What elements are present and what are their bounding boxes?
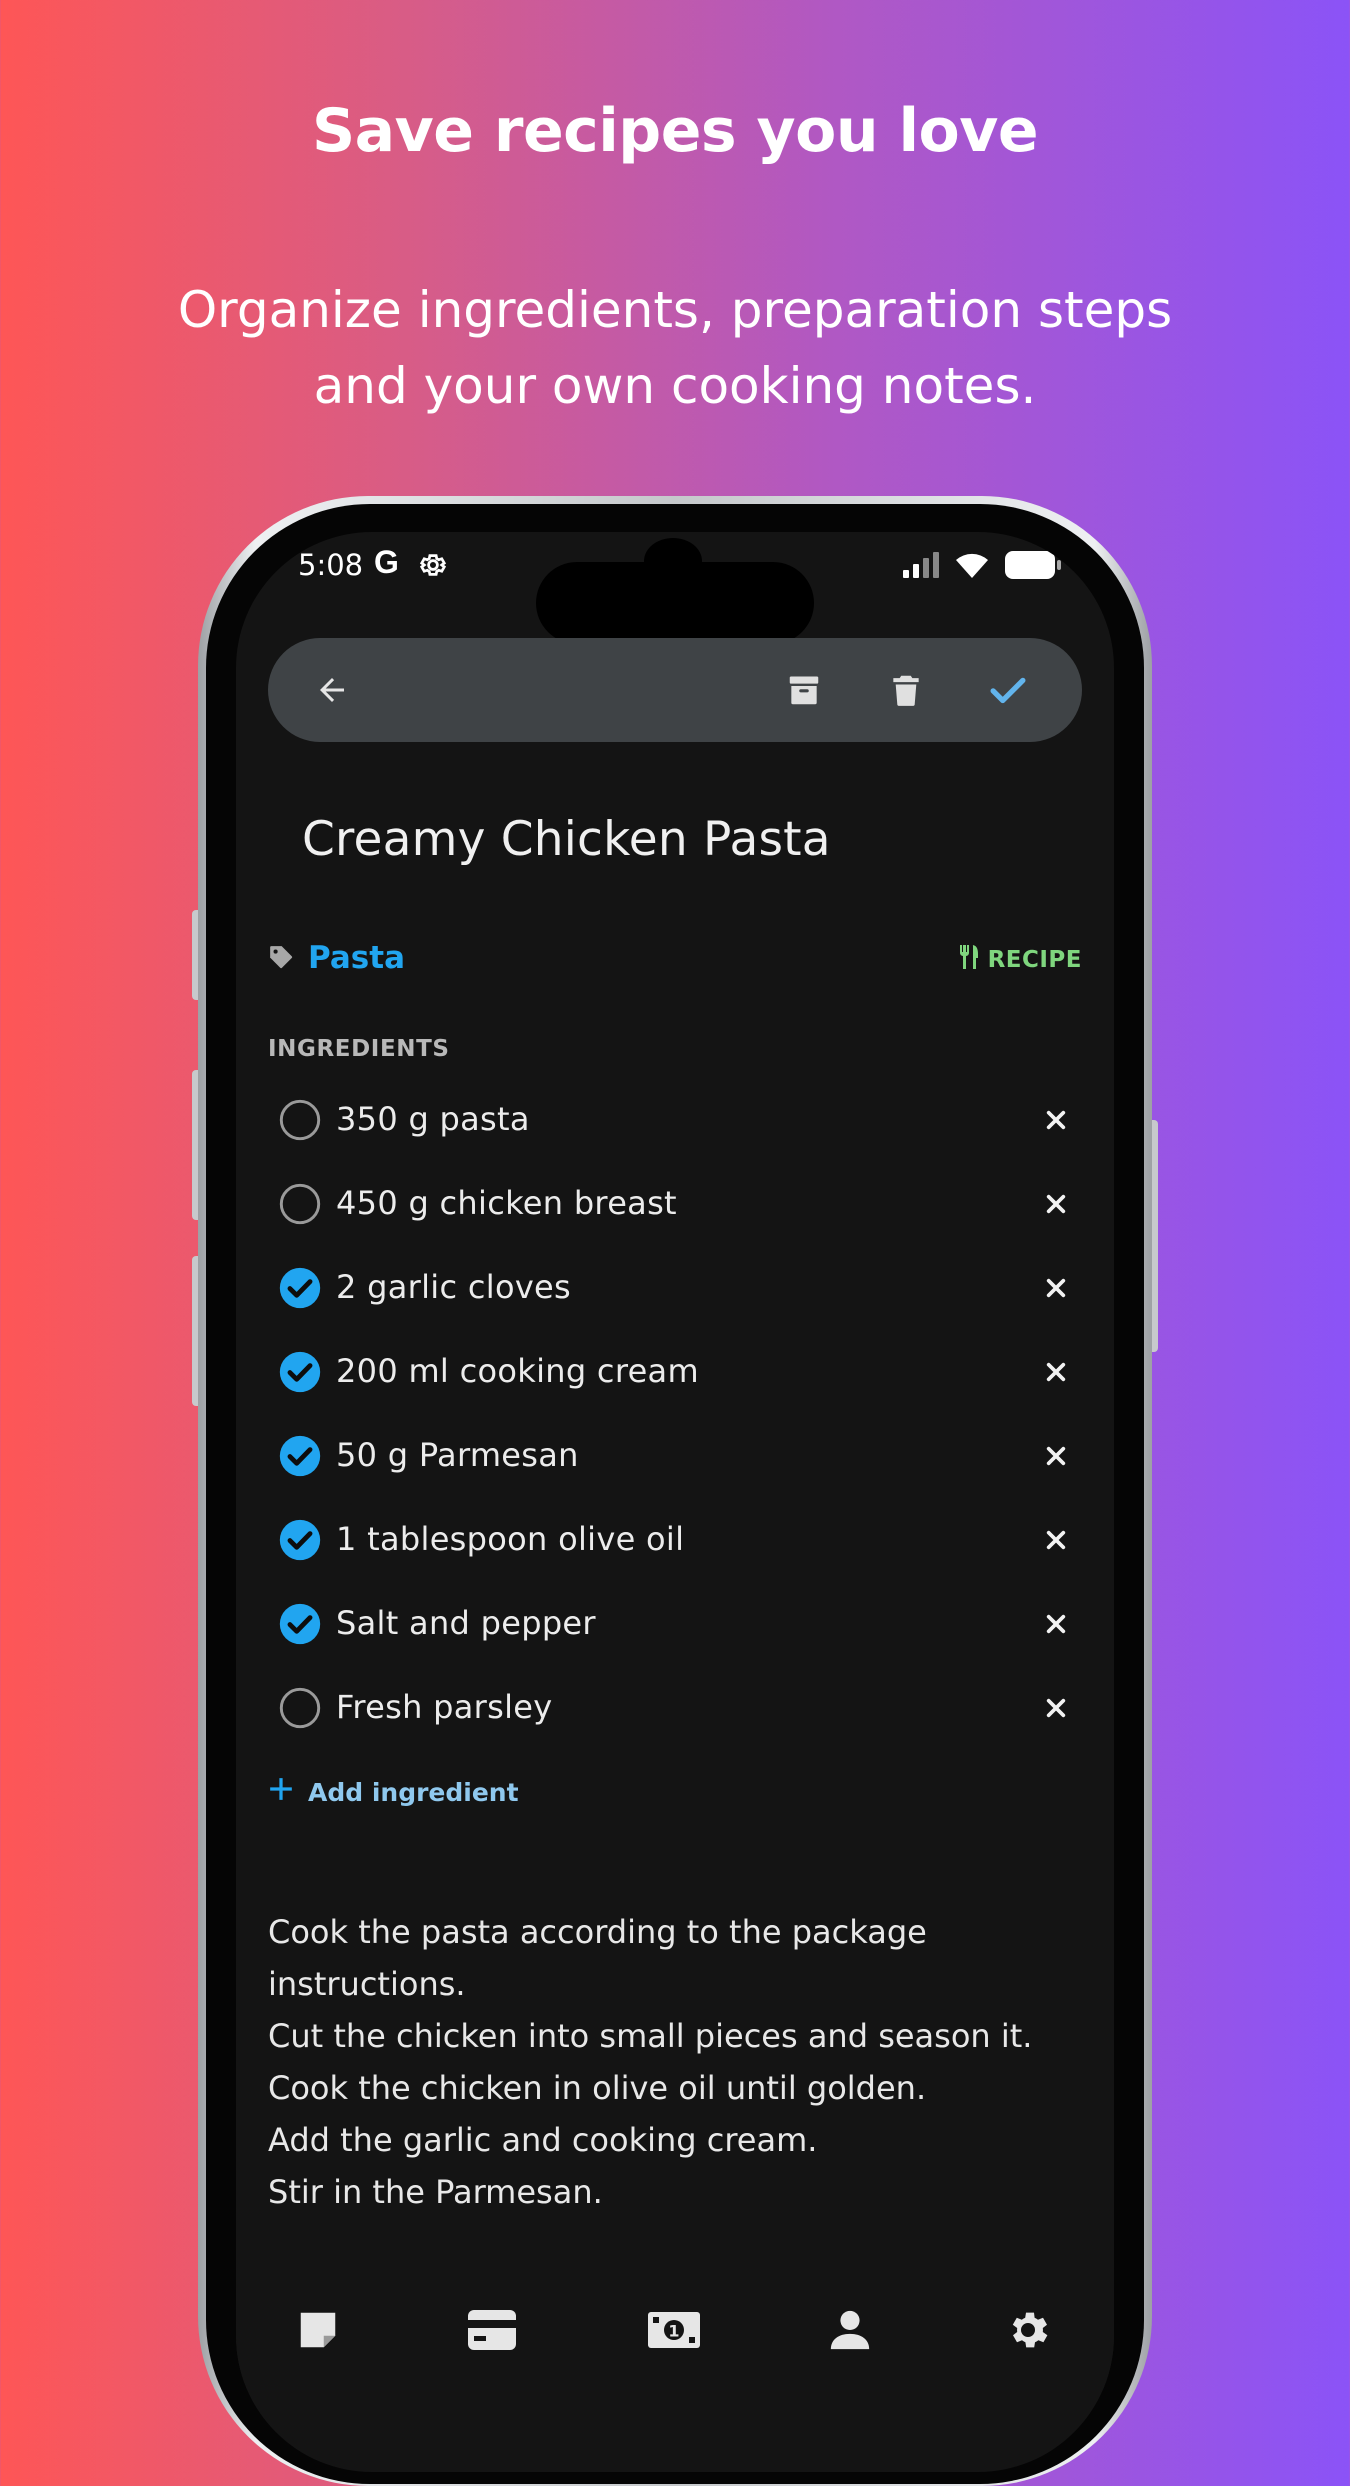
add-ingredient-button[interactable]: Add ingredient: [268, 1776, 519, 1808]
note-line: Cook the chicken in olive oil until gold…: [268, 2069, 927, 2107]
note-line: instructions.: [268, 1965, 466, 2003]
promo-subline: Organize ingredients, preparation steps …: [100, 272, 1250, 424]
remove-ingredient-icon[interactable]: [1038, 1270, 1074, 1306]
ingredient-text[interactable]: 200 ml cooking cream: [336, 1352, 699, 1390]
ingredient-text[interactable]: 2 garlic cloves: [336, 1268, 571, 1306]
unchecked-circle-icon[interactable]: [278, 1098, 322, 1142]
ingredient-text[interactable]: 450 g chicken breast: [336, 1184, 677, 1222]
ingredient-text[interactable]: 1 tablespoon olive oil: [336, 1520, 684, 1558]
signal-icon: [902, 552, 940, 582]
checked-circle-icon[interactable]: [278, 1602, 322, 1646]
remove-ingredient-icon[interactable]: [1038, 1522, 1074, 1558]
back-arrow-icon[interactable]: [310, 668, 354, 712]
tag-row: Pasta RECIPE: [268, 936, 1082, 986]
ingredients-section-label: INGREDIENTS: [268, 1036, 450, 1062]
gear-icon: [418, 550, 448, 584]
note-line: Add the garlic and cooking cream.: [268, 2121, 818, 2159]
google-icon: G: [374, 544, 399, 580]
remove-ingredient-icon[interactable]: [1038, 1186, 1074, 1222]
promo-subline-line-1: Organize ingredients, preparation steps: [177, 281, 1173, 339]
wifi-icon: [954, 551, 990, 583]
battery-icon: [1004, 550, 1062, 584]
note-line: Add the pasta and mix well.: [268, 2218, 1082, 2226]
ingredient-text[interactable]: Salt and pepper: [336, 1604, 596, 1642]
note-icon[interactable]: [290, 2302, 346, 2358]
ingredient-row: 450 g chicken breast: [268, 1162, 1082, 1246]
ingredient-row: 2 garlic cloves: [268, 1246, 1082, 1330]
ingredient-row: Salt and pepper: [268, 1582, 1082, 1666]
checked-circle-icon[interactable]: [278, 1434, 322, 1478]
recipe-type-badge: RECIPE: [958, 944, 1082, 976]
money-icon[interactable]: 1: [646, 2302, 702, 2358]
unchecked-circle-icon[interactable]: [278, 1686, 322, 1730]
bottom-navigation: 1: [236, 2262, 1114, 2392]
ingredient-row: 200 ml cooking cream: [268, 1330, 1082, 1414]
settings-icon[interactable]: [1000, 2302, 1056, 2358]
status-time: 5:08: [298, 548, 364, 582]
promo-headline: Save recipes you love: [311, 96, 1039, 166]
archive-icon[interactable]: [782, 668, 826, 712]
phone-screen: 5:08 G Creamy Chicken Pasta Pasta RECIPE…: [236, 532, 1114, 2472]
checked-circle-icon[interactable]: [278, 1518, 322, 1562]
ingredient-row: 1 tablespoon olive oil: [268, 1498, 1082, 1582]
ingredient-row: Fresh parsley: [268, 1666, 1082, 1750]
remove-ingredient-icon[interactable]: [1038, 1690, 1074, 1726]
unchecked-circle-icon[interactable]: [278, 1182, 322, 1226]
tag-icon: [268, 944, 294, 974]
remove-ingredient-icon[interactable]: [1038, 1354, 1074, 1390]
trash-icon[interactable]: [884, 668, 928, 712]
front-camera: [644, 538, 702, 584]
ingredient-text[interactable]: 50 g Parmesan: [336, 1436, 579, 1474]
remove-ingredient-icon[interactable]: [1038, 1438, 1074, 1474]
recipe-notes[interactable]: Cook the pasta according to the package i…: [268, 1906, 1082, 2226]
remove-ingredient-icon[interactable]: [1038, 1606, 1074, 1642]
recipe-type-label: RECIPE: [987, 947, 1082, 973]
plus-icon: [268, 1776, 294, 1808]
recipe-title[interactable]: Creamy Chicken Pasta: [302, 812, 831, 867]
checked-circle-icon[interactable]: [278, 1266, 322, 1310]
add-ingredient-label: Add ingredient: [308, 1777, 519, 1807]
check-icon[interactable]: [986, 668, 1030, 712]
person-icon[interactable]: [822, 2302, 878, 2358]
tag-label[interactable]: Pasta: [308, 940, 405, 976]
cutlery-icon: [958, 944, 980, 976]
note-line: Cut the chicken into small pieces and se…: [268, 2017, 1033, 2055]
ingredient-text[interactable]: 350 g pasta: [336, 1100, 530, 1138]
ingredient-row: 350 g pasta: [268, 1078, 1082, 1162]
card-icon[interactable]: [464, 2302, 520, 2358]
note-line: Stir in the Parmesan.: [268, 2173, 603, 2211]
status-right-icons: [902, 550, 1062, 584]
ingredient-text[interactable]: Fresh parsley: [336, 1688, 553, 1726]
svg-text:1: 1: [668, 2321, 679, 2340]
note-line: Cook the pasta according to the package: [268, 1913, 927, 1951]
checked-circle-icon[interactable]: [278, 1350, 322, 1394]
note-toolbar: [268, 638, 1082, 742]
ingredient-row: 50 g Parmesan: [268, 1414, 1082, 1498]
ingredients-list: 350 g pasta 450 g chicken breast 2 garlic …: [268, 1078, 1082, 1750]
remove-ingredient-icon[interactable]: [1038, 1102, 1074, 1138]
promo-subline-line-2: and your own cooking notes.: [313, 357, 1037, 415]
